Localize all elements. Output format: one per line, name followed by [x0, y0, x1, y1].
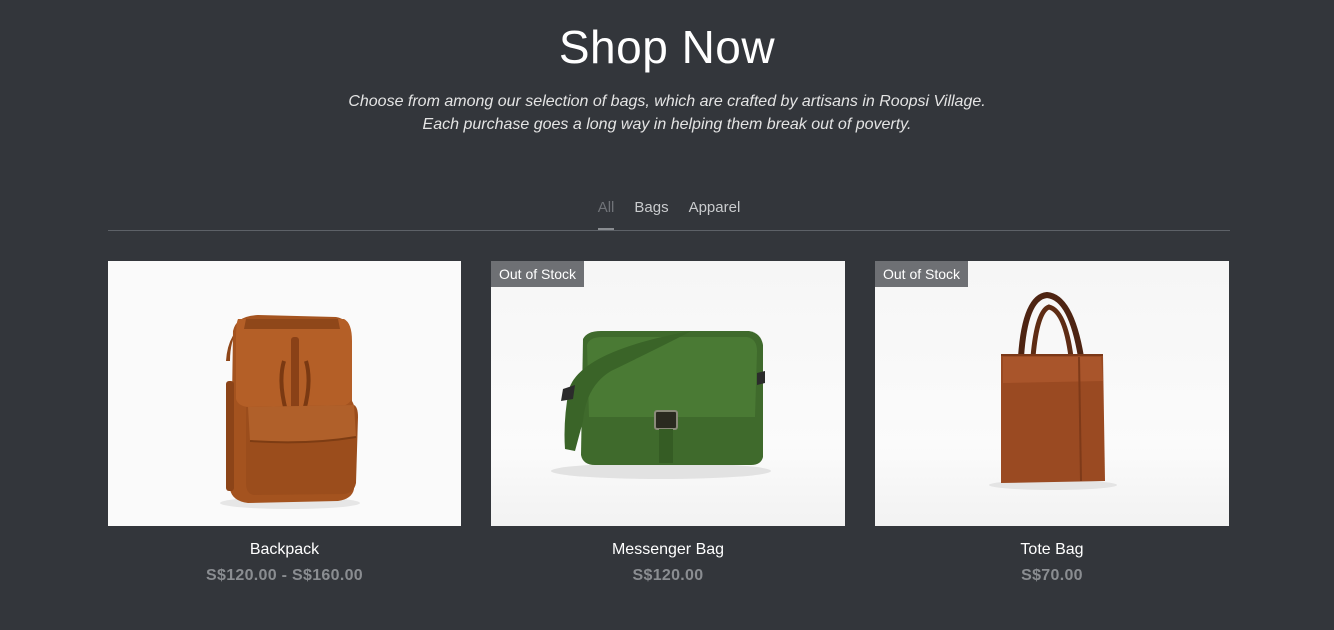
product-card-messenger-bag[interactable]: Out of Stock Messenger Bag S$120.00 [491, 261, 845, 585]
product-name[interactable]: Backpack [108, 541, 461, 559]
filter-tab-apparel[interactable]: Apparel [689, 196, 741, 230]
page-subtitle: Choose from among our selection of bags,… [0, 90, 1334, 136]
page-title: Shop Now [558, 21, 776, 73]
product-grid: Backpack S$120.00 - S$160.00 Out of Stoc… [108, 261, 1229, 585]
product-name[interactable]: Tote Bag [875, 541, 1229, 559]
product-name[interactable]: Messenger Bag [491, 541, 845, 559]
backpack-image [220, 315, 360, 509]
product-card-tote-bag[interactable]: Out of Stock Tote Bag S$70.00 [875, 261, 1229, 585]
filter-tab-bags[interactable]: Bags [634, 196, 668, 230]
out-of-stock-badge: Out of Stock [491, 261, 585, 287]
tote-bag-image [989, 291, 1117, 490]
product-image-backpack[interactable] [108, 261, 461, 526]
messenger-bag-image [551, 331, 771, 479]
filter-tab-all[interactable]: All [597, 196, 615, 230]
subtitle-line-1: Choose from among our selection of bags,… [348, 93, 986, 110]
product-price: S$70.00 [1021, 567, 1083, 584]
product-image-tote-bag[interactable]: Out of Stock [875, 261, 1229, 526]
category-filter-tabs: All Bags Apparel [108, 196, 1230, 231]
product-image-messenger-bag[interactable]: Out of Stock [491, 261, 845, 526]
product-price: S$120.00 - S$160.00 [206, 567, 363, 584]
product-card-backpack[interactable]: Backpack S$120.00 - S$160.00 [108, 261, 461, 585]
subtitle-line-2: Each purchase goes a long way in helping… [422, 116, 912, 133]
out-of-stock-badge: Out of Stock [875, 261, 969, 287]
shop-page: Shop Now Choose from among our selection… [0, 0, 1334, 630]
product-price: S$120.00 [632, 567, 704, 584]
